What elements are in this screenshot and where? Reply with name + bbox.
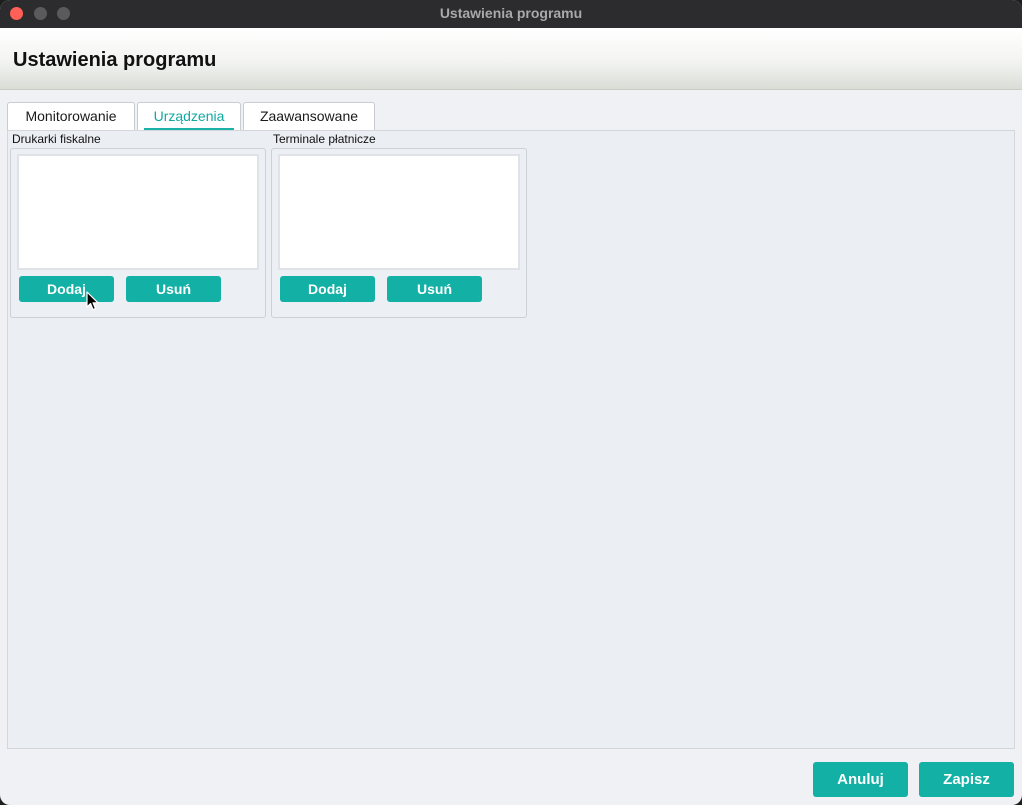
remove-payment-terminal-button[interactable]: Usuń — [387, 276, 482, 302]
title-bar: Ustawienia programu — [0, 0, 1022, 28]
settings-window: Ustawienia programu Ustawienia programu … — [0, 0, 1022, 805]
arrow-cursor-icon — [86, 291, 99, 311]
page-header: Ustawienia programu — [0, 28, 1022, 90]
save-button[interactable]: Zapisz — [919, 762, 1014, 797]
page-title: Ustawienia programu — [13, 49, 217, 71]
fiscal-printers-list[interactable] — [17, 154, 259, 270]
tab-content-panel: Drukarki fiskalne Dodaj Usuń Terminale p… — [7, 130, 1015, 749]
window-title: Ustawienia programu — [439, 5, 583, 21]
fiscal-printers-label: Drukarki fiskalne — [12, 132, 101, 146]
payment-terminals-label: Terminale płatnicze — [273, 132, 376, 146]
payment-terminals-group: Dodaj Usuń — [271, 148, 527, 318]
add-payment-terminal-button[interactable]: Dodaj — [280, 276, 375, 302]
fiscal-printers-group: Dodaj Usuń — [10, 148, 266, 318]
tab-monitorowanie[interactable]: Monitorowanie — [7, 102, 135, 130]
cancel-button[interactable]: Anuluj — [813, 762, 908, 797]
tab-urzadzenia[interactable]: Urządzenia — [137, 102, 241, 130]
payment-terminals-list[interactable] — [278, 154, 520, 270]
tab-zaawansowane[interactable]: Zaawansowane — [243, 102, 375, 130]
remove-fiscal-printer-button[interactable]: Usuń — [126, 276, 221, 302]
